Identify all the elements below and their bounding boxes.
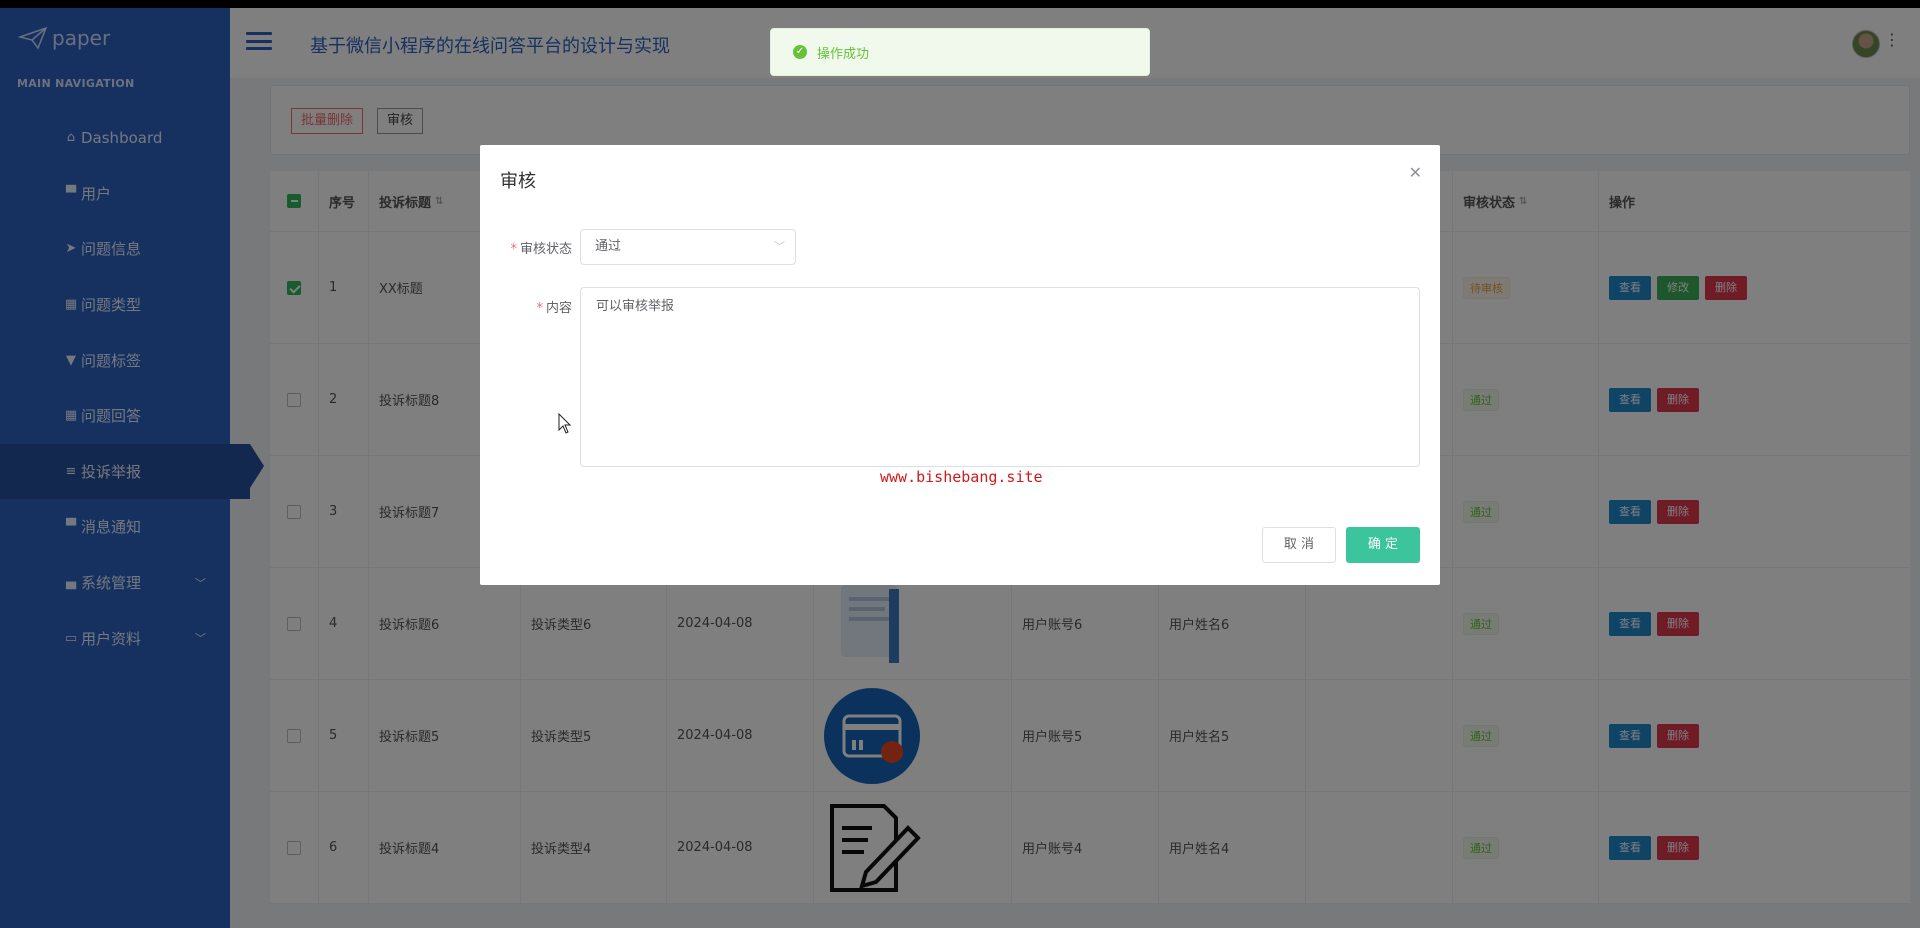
content-textarea[interactable]: 可以审核举报 (580, 287, 1420, 467)
success-toast: ✓ 操作成功 (770, 28, 1150, 76)
confirm-button[interactable]: 确 定 (1346, 527, 1420, 563)
status-select-value: 通过 (595, 239, 622, 254)
app-page: paper MAIN NAVIGATION ⌂Dashboard▀用户➤问题信息… (0, 8, 1920, 928)
chevron-down-icon: ﹀ (774, 240, 785, 253)
toast-text: 操作成功 (817, 46, 870, 62)
dialog-title: 审核 (500, 171, 536, 192)
close-icon[interactable]: ✕ (1409, 163, 1422, 182)
status-select[interactable]: 通过 ﹀ (580, 229, 796, 265)
mouse-cursor-icon (558, 413, 572, 434)
content-label: * 内容 (536, 301, 572, 316)
watermark-text: www.bishebang.site (880, 468, 1043, 486)
cancel-button[interactable]: 取 消 (1262, 527, 1336, 563)
audit-dialog: 审核 ✕ * 审核状态 通过 ﹀ * 内容 可以审核举报 www.bishebang… (480, 145, 1440, 585)
check-circle-icon: ✓ (793, 45, 807, 59)
status-label: * 审核状态 (510, 242, 572, 257)
